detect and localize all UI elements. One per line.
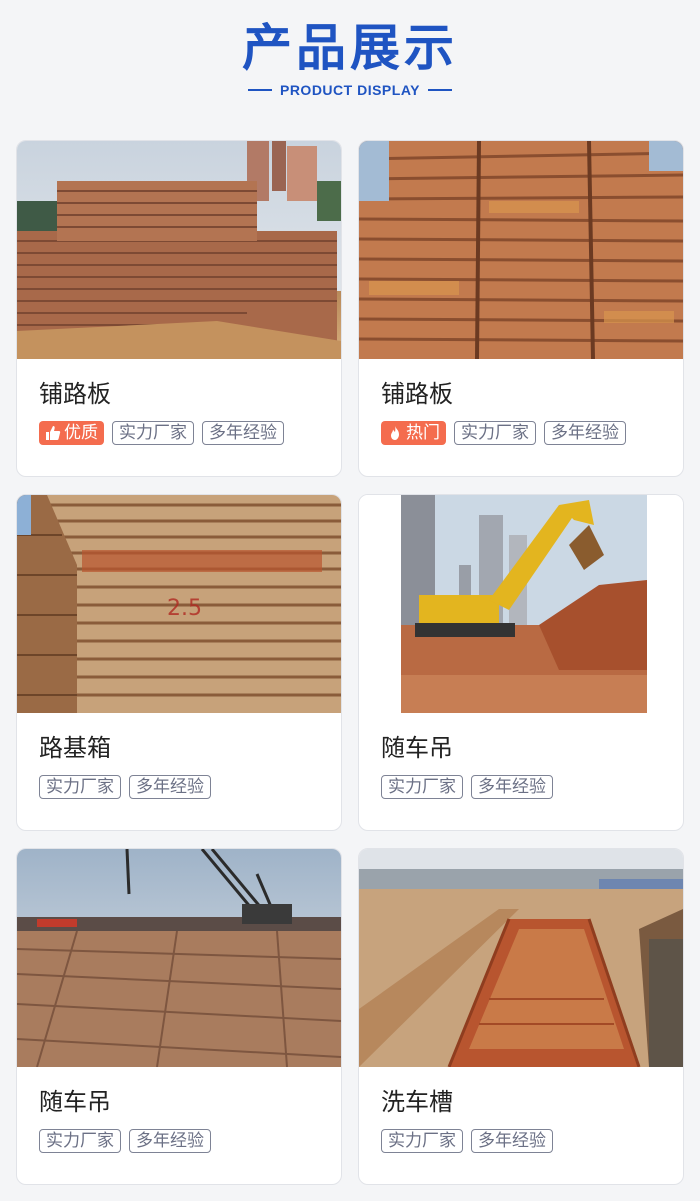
tag-experience: 多年经验 (544, 421, 626, 445)
product-tags: 实力厂家 多年经验 (39, 775, 341, 799)
product-tags: 实力厂家 多年经验 (381, 775, 683, 799)
tag-manufacturer: 实力厂家 (454, 421, 536, 445)
tag-manufacturer: 实力厂家 (381, 1129, 463, 1153)
hot-badge: 热门 (381, 421, 446, 445)
tag-manufacturer: 实力厂家 (39, 1129, 121, 1153)
product-image-road-plates-pile[interactable] (359, 141, 683, 359)
product-card[interactable]: 洗车槽 实力厂家 多年经验 (358, 848, 684, 1185)
product-image-crane-on-plates[interactable] (17, 849, 341, 1067)
page-subtitle: PRODUCT DISPLAY (279, 82, 420, 98)
tag-experience: 多年经验 (471, 775, 553, 799)
section-header: 产品展示 PRODUCT DISPLAY (0, 0, 700, 130)
thumbs-up-icon (46, 426, 61, 440)
product-name: 铺路板 (381, 380, 453, 408)
tag-manufacturer: 实力厂家 (112, 421, 194, 445)
product-name: 随车吊 (381, 734, 453, 762)
product-image-road-plates-stacked[interactable] (17, 141, 341, 359)
tag-experience: 多年经验 (129, 775, 211, 799)
product-name: 铺路板 (39, 380, 111, 408)
tag-experience: 多年经验 (471, 1129, 553, 1153)
product-image-roadbed-box-stack[interactable]: 2.5 (17, 495, 341, 713)
subtitle-row: PRODUCT DISPLAY (0, 82, 700, 98)
svg-text:2.5: 2.5 (167, 596, 202, 621)
quality-badge: 优质 (39, 421, 104, 445)
product-card[interactable]: 2.5 路基箱 实力厂家 多年经验 (16, 494, 342, 831)
product-grid: 铺路板 优质 实力厂家 多年经验 铺路板 热门 实力厂家 多年经验 2.5 路基… (16, 140, 684, 1185)
badge-label: 热门 (406, 423, 440, 443)
product-tags: 实力厂家 多年经验 (39, 1129, 341, 1153)
product-card[interactable]: 铺路板 优质 实力厂家 多年经验 (16, 140, 342, 477)
tag-experience: 多年经验 (202, 421, 284, 445)
product-card[interactable]: 随车吊 实力厂家 多年经验 (16, 848, 342, 1185)
subtitle-right-line (428, 89, 452, 91)
badge-label: 优质 (64, 423, 98, 443)
product-name: 路基箱 (39, 734, 111, 762)
flame-icon (391, 426, 399, 440)
product-tags: 实力厂家 多年经验 (381, 1129, 683, 1153)
product-image-excavator-on-site[interactable] (359, 495, 683, 713)
product-tags: 热门 实力厂家 多年经验 (381, 421, 683, 445)
product-name: 随车吊 (39, 1088, 111, 1116)
tag-manufacturer: 实力厂家 (39, 775, 121, 799)
product-card[interactable]: 铺路板 热门 实力厂家 多年经验 (358, 140, 684, 477)
page-title: 产品展示 (242, 19, 458, 77)
product-card[interactable]: 随车吊 实力厂家 多年经验 (358, 494, 684, 831)
product-image-car-wash-trough[interactable] (359, 849, 683, 1067)
subtitle-left-line (247, 89, 272, 91)
tag-experience: 多年经验 (129, 1129, 211, 1153)
tag-manufacturer: 实力厂家 (381, 775, 463, 799)
product-name: 洗车槽 (381, 1088, 453, 1116)
product-tags: 优质 实力厂家 多年经验 (39, 421, 341, 445)
